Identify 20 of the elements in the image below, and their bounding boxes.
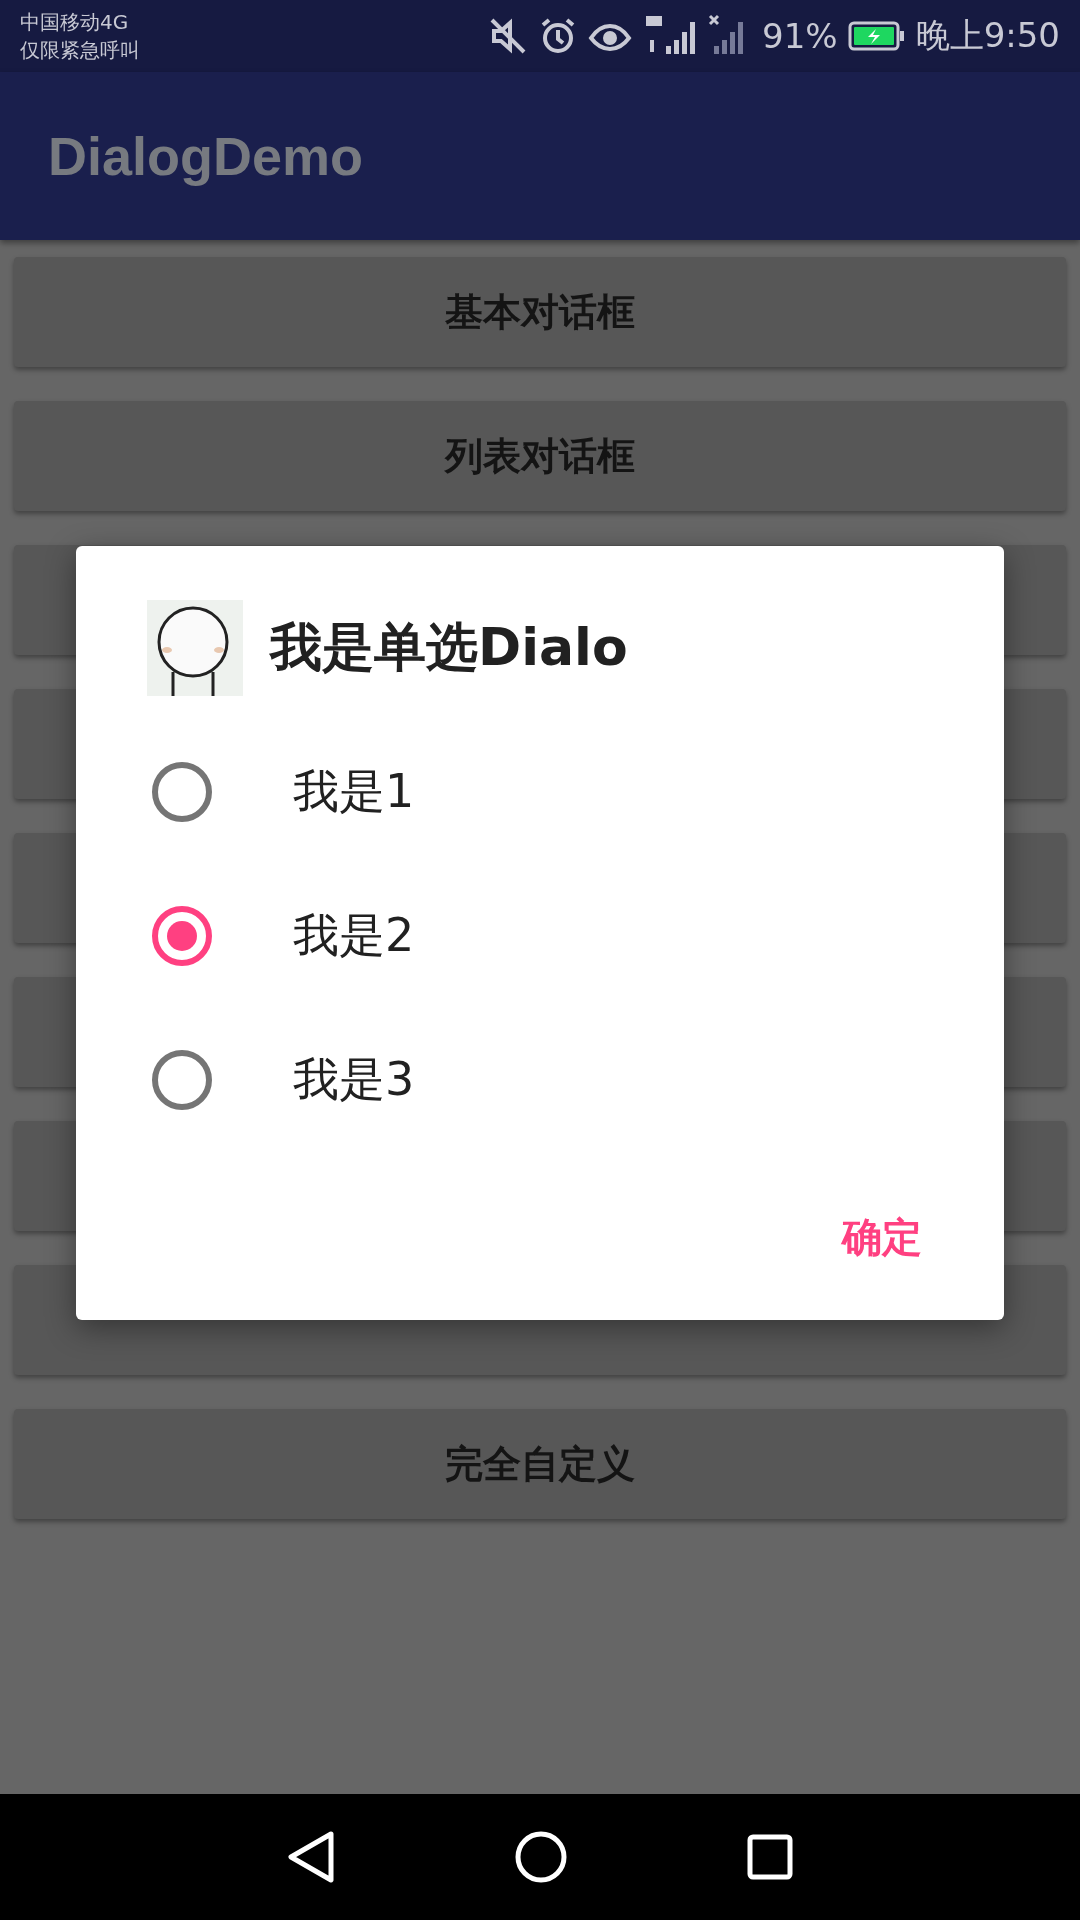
battery-icon	[847, 21, 906, 51]
home-icon[interactable]	[515, 1831, 567, 1883]
carrier-name: 中国移动4G	[20, 9, 130, 36]
radio-button[interactable]	[152, 762, 212, 822]
menu-button[interactable]: 完全自定义	[14, 1409, 1066, 1519]
option-label[interactable]: 我是1	[293, 761, 415, 823]
radio-button[interactable]	[152, 906, 212, 966]
option-label[interactable]: 我是3	[293, 1049, 415, 1111]
confirm-button[interactable]: 确定	[830, 1201, 934, 1273]
recent-apps-icon[interactable]	[747, 1834, 793, 1880]
emergency-calls-text: 仅限紧急呼叫	[20, 37, 140, 64]
battery-percentage: 91%	[762, 16, 838, 56]
dialog-title: 我是单选Dialo	[270, 616, 628, 679]
menu-button[interactable]: 基本对话框	[14, 257, 1066, 367]
radio-button[interactable]	[152, 1050, 212, 1110]
option-label[interactable]: 我是2	[293, 905, 415, 967]
app-title: DialogDemo	[48, 125, 364, 187]
back-icon[interactable]	[287, 1830, 335, 1884]
clock-time: 晚上9:50	[915, 14, 1060, 57]
menu-button[interactable]: 列表对话框	[14, 401, 1066, 511]
